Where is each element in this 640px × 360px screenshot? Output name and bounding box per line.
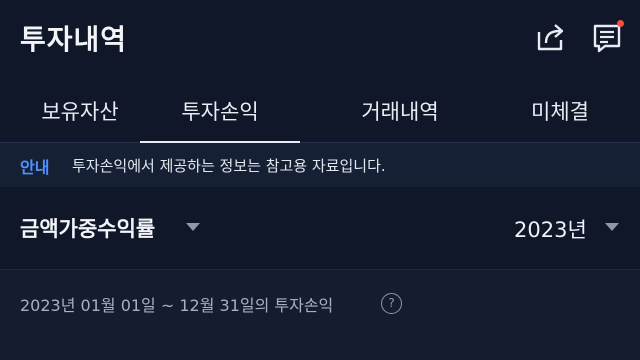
app-header: 투자내역 xyxy=(0,0,640,80)
notice-tag: 안내 xyxy=(20,158,50,177)
notice-banner: 안내 투자손익에서 제공하는 정보는 참고용 자료입니다. xyxy=(0,143,640,187)
tab-holdings[interactable]: 보유자산 xyxy=(0,80,160,142)
filter-row: 금액가중수익률 2023년 xyxy=(0,187,640,270)
page-title: 투자내역 xyxy=(20,23,128,56)
summary-section: 2023년 01월 01일 ~ 12월 31일의 투자손익 ? xyxy=(0,270,640,360)
tab-profit-loss[interactable]: 투자손익 xyxy=(140,80,300,143)
tab-bar: 보유자산 투자손익 거래내역 미체결 xyxy=(0,80,640,143)
chevron-down-icon[interactable] xyxy=(605,223,619,232)
metric-dropdown[interactable]: 금액가중수익률 xyxy=(20,213,155,243)
share-icon[interactable] xyxy=(534,20,568,54)
year-dropdown[interactable]: 2023년 xyxy=(514,214,587,244)
notification-dot xyxy=(617,20,624,27)
tab-unfilled[interactable]: 미체결 xyxy=(480,80,640,142)
tab-transactions[interactable]: 거래내역 xyxy=(320,80,480,142)
period-text: 2023년 01월 01일 ~ 12월 31일의 투자손익 xyxy=(20,296,334,315)
chevron-down-icon[interactable] xyxy=(186,223,200,232)
help-icon[interactable]: ? xyxy=(381,293,402,314)
notice-text: 투자손익에서 제공하는 정보는 참고용 자료입니다. xyxy=(72,157,386,175)
